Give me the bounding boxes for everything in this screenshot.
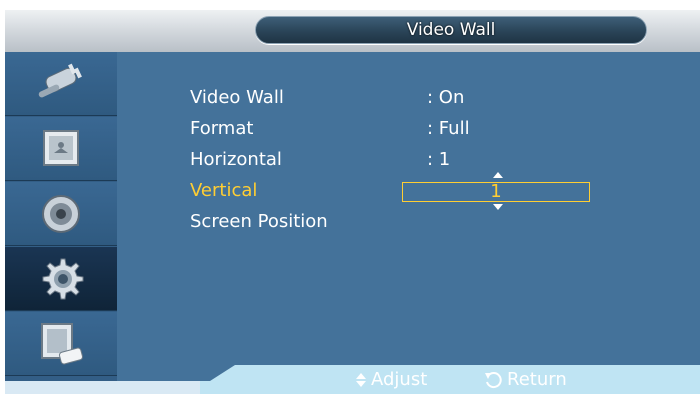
bottom-bar: Adjust Return	[5, 365, 700, 394]
menu-title: Video Wall	[406, 20, 496, 40]
sidebar	[5, 52, 117, 381]
speaker-icon	[42, 194, 80, 233]
sidebar-item-input[interactable]	[5, 52, 117, 116]
return-icon	[485, 372, 502, 389]
sidebar-item-setup[interactable]	[5, 247, 117, 311]
menu-item-format[interactable]: Format	[190, 116, 253, 142]
menu-item-vertical[interactable]: Vertical	[190, 178, 257, 204]
decrease-arrow-icon[interactable]	[493, 204, 503, 210]
increase-arrow-icon[interactable]	[493, 172, 503, 178]
display-remote-icon	[41, 322, 84, 364]
menu-value-horizontal: : 1	[427, 149, 451, 170]
plug-icon	[38, 63, 82, 97]
gear-icon	[42, 258, 84, 299]
adjust-hint-label: Adjust	[371, 369, 428, 390]
picture-icon	[43, 129, 79, 166]
menu-item-video-wall[interactable]: Video Wall	[190, 85, 284, 111]
menu-value-video-wall: : On	[427, 87, 465, 108]
title-bar: Video Wall	[5, 10, 700, 52]
menu-item-screen-position[interactable]: Screen Position	[190, 209, 328, 235]
up-down-arrow-icon	[356, 373, 366, 387]
sidebar-item-sound[interactable]	[5, 182, 117, 246]
return-hint-label: Return	[507, 369, 567, 390]
osd-window: Video Wall Video Wall: On Format: Full…	[5, 10, 700, 394]
return-hint[interactable]: Return	[483, 367, 567, 393]
vertical-value-box[interactable]: 1	[402, 182, 590, 202]
menu-value-format: : Full	[427, 118, 470, 139]
sidebar-item-picture[interactable]	[5, 117, 117, 181]
bottom-bar-left-strip	[5, 381, 205, 394]
adjust-hint[interactable]: Adjust	[355, 367, 427, 393]
menu-item-horizontal[interactable]: Horizontal	[190, 147, 282, 173]
title-pill: Video Wall	[255, 16, 647, 44]
